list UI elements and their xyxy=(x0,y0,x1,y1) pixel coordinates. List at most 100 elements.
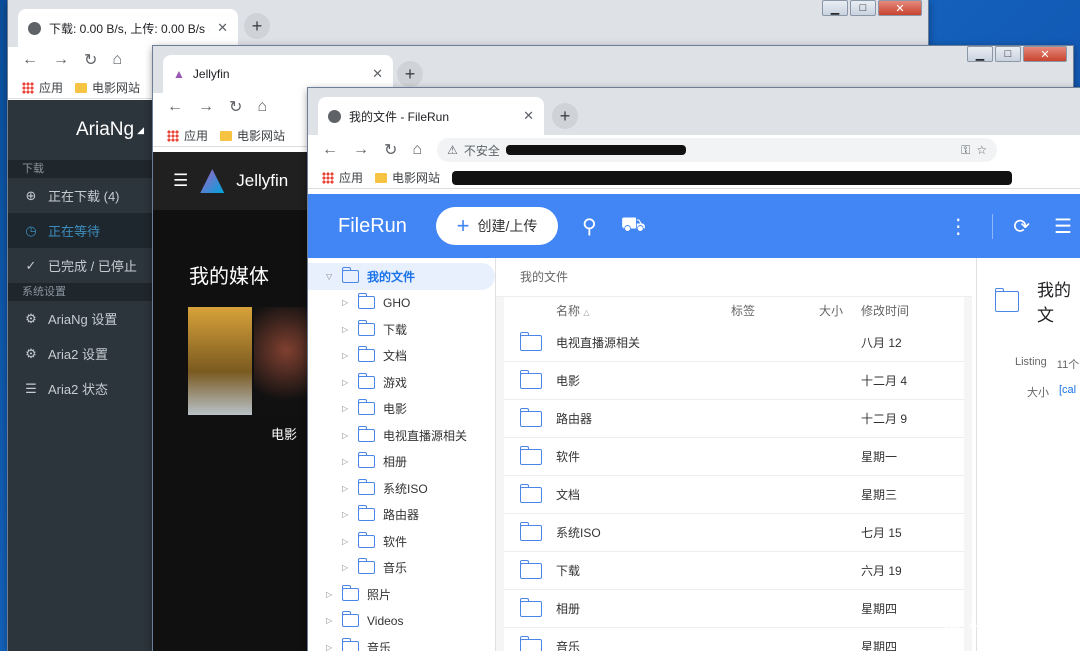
new-tab-button[interactable]: + xyxy=(397,61,423,87)
sidebar-item-aria2-status[interactable]: ☰ Aria2 状态 xyxy=(8,371,154,406)
table-row[interactable]: 相册 星期四 xyxy=(504,590,964,628)
folder-icon xyxy=(357,505,375,522)
table-row[interactable]: 文档 星期三 xyxy=(504,476,964,514)
sidebar-item-aria2-settings[interactable]: ⚙ Aria2 设置 xyxy=(8,336,154,371)
tree-item[interactable]: ▷ 音乐 xyxy=(308,634,495,651)
new-tab-button[interactable]: + xyxy=(244,13,270,39)
folder-icon xyxy=(357,346,375,363)
close-tab-icon[interactable]: ✕ xyxy=(217,20,228,36)
bookmark-movies[interactable]: 电影网站 xyxy=(375,169,440,186)
movie-poster[interactable] xyxy=(188,307,252,415)
column-size[interactable]: 大小 xyxy=(819,302,861,319)
tree-item[interactable]: ▷ 游戏 xyxy=(308,369,495,396)
server-icon: ☰ xyxy=(25,380,37,396)
redacted-bookmarks xyxy=(452,170,1013,185)
details-panel: 我的文 Listing 11个 大小 [cal xyxy=(976,258,1080,651)
bookmark-movies[interactable]: 电影网站 xyxy=(220,127,285,144)
table-row[interactable]: 电影 十二月 4 xyxy=(504,362,964,400)
reload-icon[interactable]: ↻ xyxy=(84,50,97,70)
star-icon[interactable]: ☆ xyxy=(976,143,987,157)
tree-item[interactable]: ▷ 系统ISO xyxy=(308,475,495,502)
tree-item[interactable]: ▷ 音乐 xyxy=(308,555,495,582)
file-rows: 电视直播源相关 八月 12 电影 十二月 4 路由器 十二月 9 软件 星期一 文档 星期三 系统I… xyxy=(496,324,972,651)
home-icon[interactable]: ⌂ xyxy=(112,51,122,69)
more-vert-icon[interactable]: ⋮ xyxy=(948,214,968,239)
forward-icon[interactable]: → xyxy=(353,141,369,159)
close-tab-icon[interactable]: ✕ xyxy=(523,108,534,124)
column-label: 名称 xyxy=(556,304,581,318)
tree-children: ▷ GHO ▷ 下载 ▷ 文档 ▷ 游戏 ▷ 电影 ▷ 电视直播源相关 ▷ 相册 ▷ 系统ISO ▷ 路由器 ▷ 软件… xyxy=(308,290,495,651)
column-name[interactable]: 名称 △ xyxy=(556,302,731,319)
library-caption[interactable]: 电影 xyxy=(271,424,297,443)
tree-item-label: 电影 xyxy=(383,402,408,417)
sidebar-item-downloading[interactable]: ⊕ 正在下载 (4) xyxy=(8,178,154,213)
table-row[interactable]: 下载 六月 19 xyxy=(504,552,964,590)
table-row[interactable]: 路由器 十二月 9 xyxy=(504,400,964,438)
tree-item[interactable]: ▷ 下载 xyxy=(308,316,495,343)
table-row[interactable]: 系统ISO 七月 15 xyxy=(504,514,964,552)
home-icon[interactable]: ⌂ xyxy=(412,141,422,159)
maximize-button[interactable]: □ xyxy=(995,46,1021,62)
tree-item[interactable]: ▷ 电影 xyxy=(308,396,495,423)
forward-icon[interactable]: → xyxy=(198,98,214,116)
tree-item[interactable]: ▷ 软件 xyxy=(308,528,495,555)
address-bar[interactable]: ⚠ 不安全 ⚿ ☆ xyxy=(437,138,998,162)
tree-item[interactable]: ▷ Videos xyxy=(308,608,495,635)
sidebar-item-waiting[interactable]: ◷ 正在等待 xyxy=(8,213,154,248)
refresh-icon[interactable]: ⟳ xyxy=(992,213,1030,239)
jellyfin-brand[interactable]: Jellyfin xyxy=(236,171,288,191)
tab-filerun[interactable]: 我的文件 - FileRun ✕ xyxy=(318,97,544,135)
tree-item[interactable]: ▷ 路由器 xyxy=(308,502,495,529)
close-window-button[interactable]: ✕ xyxy=(1023,46,1067,62)
tree-item[interactable]: ▷ 相册 xyxy=(308,449,495,476)
tree-item-label: 系统ISO xyxy=(383,481,428,496)
reload-icon[interactable]: ↻ xyxy=(229,97,242,117)
calculate-size-link[interactable]: [cal xyxy=(1059,384,1076,400)
cart-icon[interactable]: ⛟ xyxy=(621,214,646,239)
table-row[interactable]: 音乐 星期四 xyxy=(504,628,964,651)
filerun-logo[interactable]: FileRun xyxy=(338,215,436,238)
list-view-icon[interactable]: ☰ xyxy=(1054,214,1072,239)
sidebar-item-stopped[interactable]: ✓ 已完成 / 已停止 xyxy=(8,248,154,283)
column-modified[interactable]: 修改时间 xyxy=(861,302,909,319)
menu-icon[interactable]: ☰ xyxy=(173,171,188,191)
column-tags[interactable]: 标签 xyxy=(731,302,819,319)
maximize-button[interactable]: □ xyxy=(850,0,876,16)
minimize-button[interactable]: ▁ xyxy=(967,46,993,62)
watermark: 值 什么值得买 xyxy=(942,618,1068,640)
table-row[interactable]: 软件 星期一 xyxy=(504,438,964,476)
tree-item[interactable]: ▷ 文档 xyxy=(308,343,495,370)
create-upload-button[interactable]: + 创建/上传 xyxy=(436,207,558,245)
breadcrumb[interactable]: 我的文件 xyxy=(496,258,972,297)
file-date: 星期一 xyxy=(861,450,898,464)
new-tab-button[interactable]: + xyxy=(552,103,578,129)
sidebar-item-ariang-settings[interactable]: ⚙ AriaNg 设置 xyxy=(8,301,154,336)
caret-icon: ◢ xyxy=(137,124,144,135)
tree-item[interactable]: ▷ 照片 xyxy=(308,581,495,608)
bookmark-apps[interactable]: 应用 xyxy=(167,127,208,144)
bookmark-apps[interactable]: 应用 xyxy=(22,79,63,96)
forward-icon[interactable]: → xyxy=(53,51,69,69)
tab-ariang[interactable]: 下载: 0.00 B/s, 上传: 0.00 B/s - ✕ xyxy=(18,9,238,47)
tree-item[interactable]: ▷ GHO xyxy=(308,290,495,317)
close-tab-icon[interactable]: ✕ xyxy=(372,66,383,82)
key-icon[interactable]: ⚿ xyxy=(961,143,970,158)
table-row[interactable]: 电视直播源相关 八月 12 xyxy=(504,324,964,362)
minimize-button[interactable]: ▁ xyxy=(822,0,848,16)
bookmark-movies[interactable]: 电影网站 xyxy=(75,79,140,96)
search-icon[interactable]: ⚲ xyxy=(582,214,597,239)
back-icon[interactable]: ← xyxy=(322,141,338,159)
close-window-button[interactable]: ✕ xyxy=(878,0,922,16)
folder-icon xyxy=(341,611,359,628)
home-icon[interactable]: ⌂ xyxy=(257,98,267,116)
folder-icon xyxy=(519,369,542,389)
ariang-brand[interactable]: AriaNg ◢ xyxy=(8,100,154,160)
reload-icon[interactable]: ↻ xyxy=(384,140,397,160)
folder-icon xyxy=(220,130,233,141)
back-icon[interactable]: ← xyxy=(167,98,183,116)
bookmark-apps[interactable]: 应用 xyxy=(322,169,363,186)
folder-icon xyxy=(519,331,542,351)
tree-item[interactable]: ▷ 电视直播源相关 xyxy=(308,422,495,449)
tree-item-root[interactable]: ▽ 我的文件 xyxy=(308,263,495,290)
back-icon[interactable]: ← xyxy=(22,51,38,69)
